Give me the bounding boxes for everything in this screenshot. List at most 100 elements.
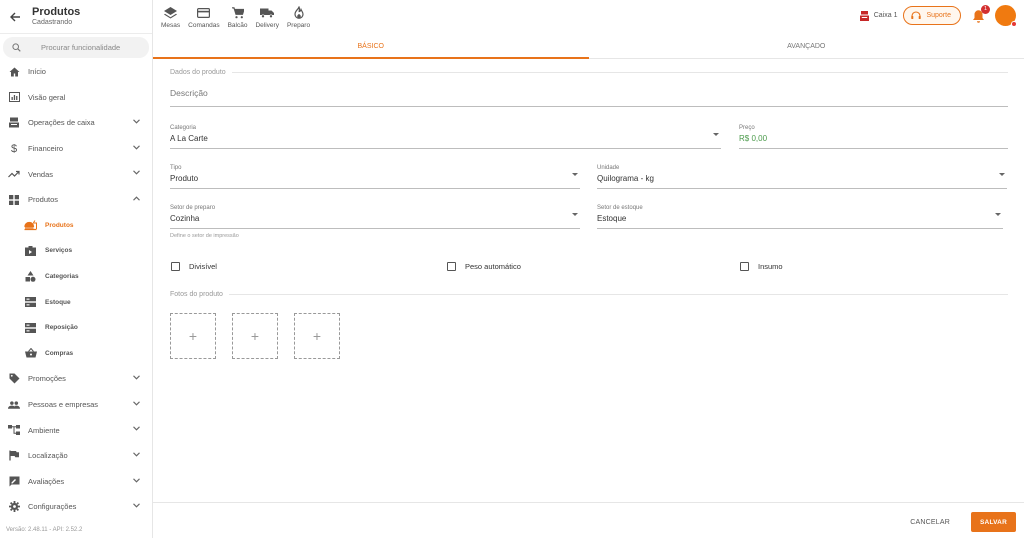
comandas-button[interactable]: Comandas <box>188 6 220 29</box>
sidebar-item-financeiro[interactable]: $ Financeiro <box>0 136 152 162</box>
preco-label: Preço <box>739 125 755 131</box>
chevron-down-icon <box>133 119 140 124</box>
sidebar-subitem-label: Serviços <box>45 247 73 255</box>
tab-basico[interactable]: BÁSICO <box>153 34 589 59</box>
sidebar-subitem-label: Estoque <box>45 298 71 306</box>
suporte-button[interactable]: Suporte <box>903 6 961 25</box>
page-subtitle: Cadastrando <box>32 19 73 26</box>
caixa-status[interactable]: Caixa 1 <box>859 10 897 21</box>
sidebar-item-promocoes[interactable]: Promoções <box>0 366 152 392</box>
preparo-button[interactable]: Preparo <box>287 6 310 29</box>
sidebar-item-label: Configurações <box>28 502 77 512</box>
mesas-button[interactable]: Mesas <box>161 6 180 29</box>
sidebar-item-operacoes-caixa[interactable]: Operações de caixa <box>0 110 152 136</box>
section-title-text: Dados do produto <box>170 69 226 76</box>
sidebar-item-vendas[interactable]: Vendas <box>0 161 152 187</box>
sidebar-item-label: Visão geral <box>28 92 66 102</box>
add-photo-button[interactable]: + <box>294 313 340 359</box>
sidebar-header: Produtos Cadastrando <box>0 0 152 34</box>
insumo-checkbox[interactable]: Insumo <box>740 262 783 271</box>
notifications-button[interactable]: 1 <box>971 4 990 25</box>
sidebar: Produtos Cadastrando Início Visão geral … <box>0 0 153 538</box>
sidebar-subitem-produtos[interactable]: Produtos <box>0 213 152 239</box>
home-icon <box>8 66 20 78</box>
sidebar-item-inicio[interactable]: Início <box>0 59 152 85</box>
layers-icon <box>164 6 178 20</box>
comandas-label: Comandas <box>188 21 220 29</box>
setor-preparo-select[interactable]: Setor de preparo Cozinha <box>170 205 580 229</box>
setor-preparo-helper: Define o setor de impressão <box>170 233 239 239</box>
chevron-down-icon <box>133 426 140 431</box>
descricao-field[interactable]: Descrição <box>170 88 1008 107</box>
tag-icon <box>8 373 20 385</box>
add-photo-button[interactable]: + <box>170 313 216 359</box>
flag-icon <box>8 450 20 462</box>
truck-icon <box>260 6 275 20</box>
storage-icon <box>24 322 37 334</box>
sidebar-item-avaliacoes[interactable]: Avaliações <box>0 469 152 495</box>
tab-bar: BÁSICO AVANÇADO <box>153 34 1024 59</box>
quick-actions: Mesas Comandas Balcão Delivery Preparo <box>161 6 318 29</box>
sidebar-subitem-servicos[interactable]: Serviços <box>0 238 152 264</box>
sidebar-subitem-compras[interactable]: Compras <box>0 341 152 367</box>
cancel-button[interactable]: CANCELAR <box>904 512 956 532</box>
sidebar-item-localizacao[interactable]: Localização <box>0 443 152 469</box>
categoria-select[interactable]: Categoria A La Carte <box>170 125 721 149</box>
sidebar-subitem-estoque[interactable]: Estoque <box>0 289 152 315</box>
back-button[interactable] <box>8 10 22 24</box>
avatar[interactable] <box>995 5 1017 27</box>
preco-field[interactable]: Preço R$ 0,00 <box>739 125 1008 149</box>
chevron-down-icon <box>133 375 140 380</box>
tab-avancado[interactable]: AVANÇADO <box>589 34 1024 58</box>
sidebar-menu: Início Visão geral Operações de caixa $ … <box>0 59 152 520</box>
sidebar-item-visao-geral[interactable]: Visão geral <box>0 85 152 111</box>
sidebar-item-label: Avaliações <box>28 476 65 486</box>
setor-estoque-select[interactable]: Setor de estoque Estoque <box>597 205 1003 229</box>
setor-estoque-value: Estoque <box>597 214 627 223</box>
search-input[interactable] <box>3 37 149 58</box>
grid-icon <box>8 194 20 206</box>
checkbox-box <box>447 262 456 271</box>
sidebar-item-produtos[interactable]: Produtos <box>0 187 152 213</box>
top-right-area: Caixa 1 Suporte 1 <box>859 4 1017 27</box>
sidebar-item-ambiente[interactable]: Ambiente <box>0 417 152 443</box>
save-button[interactable]: SALVAR <box>971 512 1016 532</box>
cash-register-icon <box>8 117 20 129</box>
balcao-button[interactable]: Balcão <box>228 6 247 29</box>
sidebar-subitem-categorias[interactable]: Categorias <box>0 264 152 290</box>
peso-automatico-checkbox[interactable]: Peso automático <box>447 262 521 271</box>
sidebar-item-label: Ambiente <box>28 425 60 435</box>
search-icon <box>12 43 21 52</box>
status-dot <box>1011 21 1017 27</box>
mesas-label: Mesas <box>161 21 181 29</box>
fastfood-icon <box>24 219 37 231</box>
sidebar-subitem-label: Produtos <box>45 221 74 229</box>
gear-icon <box>8 501 20 513</box>
categoria-label: Categoria <box>170 125 197 131</box>
dropdown-arrow-icon <box>572 173 578 176</box>
unidade-value: Quilograma - kg <box>597 174 654 183</box>
sidebar-item-pessoas[interactable]: Pessoas e empresas <box>0 392 152 418</box>
people-icon <box>8 399 20 411</box>
page-title: Produtos <box>32 6 81 18</box>
chevron-down-icon <box>133 170 140 175</box>
sidebar-item-label: Operações de caixa <box>28 118 95 128</box>
sidebar-subitem-reposicao[interactable]: Reposição <box>0 315 152 341</box>
dropdown-arrow-icon <box>572 213 578 216</box>
chevron-down-icon <box>133 401 140 406</box>
divisivel-checkbox[interactable]: Divisível <box>171 262 217 271</box>
category-icon <box>24 271 37 283</box>
setor-preparo-label: Setor de preparo <box>170 205 216 211</box>
unidade-select[interactable]: Unidade Quilograma - kg <box>597 165 1007 189</box>
delivery-button[interactable]: Delivery <box>255 6 279 29</box>
divisivel-label: Divisível <box>189 262 217 271</box>
peso-automatico-label: Peso automático <box>465 262 521 271</box>
unidade-label: Unidade <box>597 165 620 171</box>
add-photo-button[interactable]: + <box>232 313 278 359</box>
tipo-select[interactable]: Tipo Produto <box>170 165 580 189</box>
delivery-label: Delivery <box>255 21 279 29</box>
setor-preparo-value: Cozinha <box>170 214 200 223</box>
sidebar-subitem-label: Categorias <box>45 273 79 281</box>
version-text: Versão: 2.48.11 - API: 2.52.2 <box>6 527 83 533</box>
sidebar-item-configuracoes[interactable]: Configurações <box>0 494 152 520</box>
